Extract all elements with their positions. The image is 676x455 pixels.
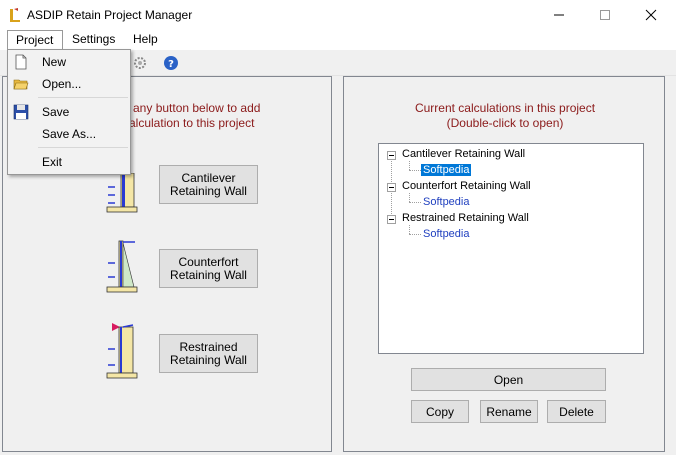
calculations-instructions: Current calculations in this project (Do… xyxy=(344,101,666,131)
tree-node-restrained[interactable]: Restrained Retaining Wall xyxy=(402,212,529,224)
menu-separator xyxy=(38,97,128,98)
menu-project[interactable]: Project xyxy=(7,30,63,50)
counterfort-wall-button[interactable]: Counterfort Retaining Wall xyxy=(159,249,258,288)
new-file-icon xyxy=(15,54,27,70)
menu-help[interactable]: Help xyxy=(125,30,166,50)
minimize-icon xyxy=(554,14,564,16)
project-calculations-panel: Current calculations in this project (Do… xyxy=(343,76,665,452)
expander-cantilever[interactable] xyxy=(387,151,396,160)
maximize-icon xyxy=(600,10,610,20)
tree-line xyxy=(409,161,410,170)
close-button[interactable] xyxy=(628,0,674,30)
copy-button[interactable]: Copy xyxy=(411,400,469,423)
calculations-tree[interactable]: Cantilever Retaining Wall Softpedia Coun… xyxy=(378,143,644,354)
svg-text:?: ? xyxy=(168,59,174,70)
menu-item-exit[interactable]: Exit xyxy=(8,151,130,173)
help-icon[interactable]: ? xyxy=(163,55,179,71)
cantilever-line1: Cantilever xyxy=(181,170,236,185)
settings-icon[interactable] xyxy=(132,55,148,71)
tree-line xyxy=(409,202,421,203)
counterfort-line2: Retaining Wall xyxy=(170,267,247,282)
counterfort-wall-icon xyxy=(106,240,138,293)
menu-bar: Project Settings Help xyxy=(0,30,676,50)
menu-item-new-label: New xyxy=(42,55,67,69)
tree-line xyxy=(409,234,421,235)
menu-item-save-as[interactable]: Save As... xyxy=(8,123,130,145)
menu-item-save-label: Save xyxy=(42,105,70,119)
menu-item-save[interactable]: Save xyxy=(8,101,130,123)
delete-button[interactable]: Delete xyxy=(547,400,606,423)
calculations-instructions-line2: (Double-click to open) xyxy=(446,116,564,130)
cantilever-line2: Retaining Wall xyxy=(170,183,247,198)
minimize-button[interactable] xyxy=(536,0,582,30)
tree-line xyxy=(409,225,410,234)
window-title: ASDIP Retain Project Manager xyxy=(27,8,193,22)
cantilever-wall-button[interactable]: Cantilever Retaining Wall xyxy=(159,165,258,204)
tree-line xyxy=(409,193,410,202)
save-disk-icon xyxy=(13,104,29,120)
menu-settings[interactable]: Settings xyxy=(64,30,123,50)
menu-item-new[interactable]: New xyxy=(8,51,130,73)
menu-separator xyxy=(38,147,128,148)
menu-item-save-as-label: Save As... xyxy=(42,127,97,141)
project-menu-dropdown: New Open... Save Save As... Exit xyxy=(7,49,131,175)
menu-item-exit-label: Exit xyxy=(42,155,63,169)
restrained-line1: Restrained xyxy=(179,339,238,354)
restrained-wall-button[interactable]: Restrained Retaining Wall xyxy=(159,334,258,373)
tree-child-restrained-softpedia[interactable]: Softpedia xyxy=(423,228,469,240)
close-icon xyxy=(645,9,657,21)
tree-child-cantilever-softpedia[interactable]: Softpedia xyxy=(421,164,472,176)
tree-node-cantilever[interactable]: Cantilever Retaining Wall xyxy=(402,148,525,160)
open-folder-icon xyxy=(13,79,29,90)
rename-button[interactable]: Rename xyxy=(480,400,538,423)
open-button[interactable]: Open xyxy=(411,368,606,391)
counterfort-line1: Counterfort xyxy=(178,254,239,269)
tree-node-counterfort[interactable]: Counterfort Retaining Wall xyxy=(402,180,531,192)
expander-restrained[interactable] xyxy=(387,215,396,224)
title-bar: ASDIP Retain Project Manager xyxy=(0,0,676,30)
tree-child-counterfort-softpedia[interactable]: Softpedia xyxy=(423,196,469,208)
cantilever-wall-icon xyxy=(106,173,138,213)
calculations-instructions-line1: Current calculations in this project xyxy=(414,101,596,115)
maximize-button[interactable] xyxy=(582,0,628,30)
tree-line xyxy=(409,170,421,171)
menu-item-open-label: Open... xyxy=(42,77,82,91)
expander-counterfort[interactable] xyxy=(387,183,396,192)
restrained-wall-icon xyxy=(106,323,138,379)
restrained-line2: Retaining Wall xyxy=(170,352,247,367)
app-icon xyxy=(10,8,20,22)
menu-item-open[interactable]: Open... xyxy=(8,73,130,95)
